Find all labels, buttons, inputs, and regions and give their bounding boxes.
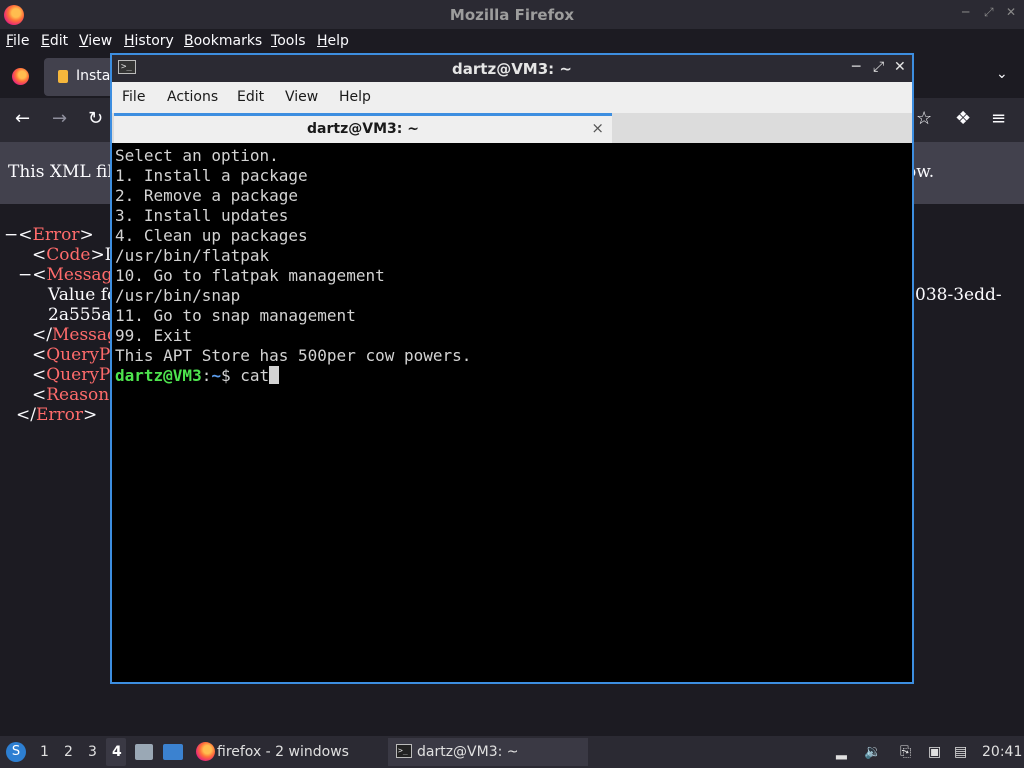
terminal-line: 4. Clean up packages [115, 226, 308, 245]
firefox-view-icon[interactable] [12, 68, 29, 85]
terminal-line: Select an option. [115, 146, 279, 165]
terminal-minimize-icon[interactable]: ─ [852, 59, 860, 75]
xml-line: <QueryP [32, 365, 111, 385]
tab-favicon-icon [58, 70, 68, 83]
terminal-menu-help[interactable]: Help [339, 89, 371, 105]
terminal-tabbar: dartz@VM3: ~ × [112, 113, 912, 143]
notification-icon[interactable]: ▂ [836, 744, 847, 760]
xml-line: </Messag [32, 325, 118, 345]
updates-icon[interactable]: ▤ [954, 744, 967, 760]
clipboard-icon[interactable]: ⎘ [900, 744, 911, 760]
xml-tag: Code [46, 245, 91, 265]
terminal-line: This APT Store has 500per cow powers. [115, 346, 472, 365]
terminal-line: /usr/bin/flatpak [115, 246, 270, 265]
xml-notice-text: This XML file [8, 162, 123, 182]
menu-file[interactable]: File [6, 33, 29, 49]
back-arrow-icon[interactable]: ← [15, 108, 30, 129]
xml-tag: Error [35, 405, 84, 425]
terminal-line: 99. Exit [115, 326, 193, 345]
bookmark-star-icon[interactable]: ☆ [916, 108, 932, 129]
menu-view[interactable]: View [79, 33, 112, 49]
taskbar: S 1 2 3 4 firefox - 2 windows >_ dartz@V… [0, 736, 1024, 768]
firefox-menubar: File Edit View History Bookmarks Tools H… [0, 29, 1024, 54]
menu-bookmarks[interactable]: Bookmarks [184, 33, 262, 49]
menu-edit[interactable]: Edit [41, 33, 68, 49]
firefox-task-icon[interactable] [196, 742, 215, 761]
terminal-menu-edit[interactable]: Edit [237, 89, 264, 105]
terminal-window-title: dartz@VM3: ~ [452, 60, 572, 78]
xml-line[interactable]: −<Error> [4, 225, 94, 245]
xml-tag: QueryP [46, 345, 111, 365]
prompt-sep: : [201, 366, 212, 385]
terminal-line: 11. Go to snap management [115, 306, 356, 325]
prompt-path: ~ [211, 366, 221, 385]
prompt-symbol: $ [220, 366, 241, 385]
xml-tag: Error [32, 225, 80, 245]
menu-help[interactable]: Help [317, 33, 349, 49]
workspace-3[interactable]: 3 [88, 744, 97, 760]
terminal-maximize-icon[interactable]: ⤢ [873, 59, 884, 75]
terminal-task-label: dartz@VM3: ~ [417, 744, 519, 760]
terminal-output[interactable]: Select an option. 1. Install a package 2… [113, 145, 911, 682]
firefox-task-button[interactable]: firefox - 2 windows [217, 744, 349, 760]
terminal-line: 1. Install a package [115, 166, 308, 185]
browser-tab-label: Insta [76, 68, 111, 84]
app-menu-icon[interactable]: ≡ [991, 108, 1006, 129]
start-menu-icon[interactable]: S [6, 742, 26, 762]
tab-close-icon[interactable]: × [591, 119, 604, 137]
terminal-line: 3. Install updates [115, 206, 289, 225]
forward-arrow-icon[interactable]: → [52, 108, 67, 129]
workspace-4[interactable]: 4 [112, 744, 122, 760]
terminal-task-icon: >_ [396, 744, 412, 758]
terminal-task-button[interactable]: >_ dartz@VM3: ~ [388, 738, 588, 766]
terminal-titlebar[interactable]: >_ dartz@VM3: ~ ─ ⤢ ✕ [112, 55, 912, 82]
terminal-line: 10. Go to flatpak management [115, 266, 385, 285]
show-desktop-icon[interactable] [163, 744, 183, 760]
firefox-window-title: Mozilla Firefox [449, 6, 575, 24]
xml-tag: Messag [51, 325, 118, 345]
menu-history[interactable]: History [124, 33, 174, 49]
volume-icon[interactable]: 🔉 [864, 744, 881, 760]
terminal-tab-label: dartz@VM3: ~ [307, 121, 419, 137]
terminal-close-icon[interactable]: ✕ [894, 59, 906, 75]
terminal-menu-view[interactable]: View [285, 89, 318, 105]
xml-line: <Reason [32, 385, 110, 405]
terminal-prompt-line[interactable]: dartz@VM3:~$ cat [115, 366, 909, 386]
xml-tag: Reason [46, 385, 110, 405]
xml-line: <Code>I [32, 245, 112, 265]
command-input[interactable]: cat [240, 366, 269, 385]
xml-text: 2a555a [48, 305, 112, 325]
xml-tag: QueryP [46, 365, 111, 385]
xml-line[interactable]: −<Messag [18, 265, 112, 285]
terminal-window: >_ dartz@VM3: ~ ─ ⤢ ✕ File Actions Edit … [110, 53, 914, 684]
close-icon[interactable]: ✕ [1006, 5, 1016, 19]
xml-line: </Error> [16, 405, 98, 425]
clock[interactable]: 20:41 [982, 744, 1022, 760]
workspace-1[interactable]: 1 [40, 744, 49, 760]
firefox-titlebar: Mozilla Firefox ─ ⤢ ✕ [0, 0, 1024, 29]
network-icon[interactable]: ▣ [928, 744, 941, 760]
xml-line: <QueryP [32, 345, 111, 365]
terminal-menubar: File Actions Edit View Help [112, 82, 912, 113]
file-manager-icon[interactable] [135, 744, 153, 760]
maximize-icon[interactable]: ⤢ [984, 5, 994, 20]
workspace-2[interactable]: 2 [64, 744, 73, 760]
terminal-menu-file[interactable]: File [122, 89, 145, 105]
menu-tools[interactable]: Tools [271, 33, 306, 49]
list-tabs-chevron-icon[interactable]: ⌄ [996, 66, 1008, 82]
prompt-user: dartz@VM3 [115, 366, 202, 385]
terminal-tab[interactable]: dartz@VM3: ~ × [114, 113, 612, 143]
reload-icon[interactable]: ↻ [88, 108, 103, 129]
xml-text: Value fo [48, 285, 118, 305]
text-cursor [269, 366, 280, 384]
terminal-line: 2. Remove a package [115, 186, 299, 205]
terminal-line: /usr/bin/snap [115, 286, 241, 305]
xml-tag: Messag [46, 265, 113, 285]
xml-text: 038-3edd- [915, 285, 1002, 305]
minimize-icon[interactable]: ─ [962, 5, 969, 19]
extensions-puzzle-icon[interactable]: ❖ [955, 108, 971, 129]
terminal-menu-actions[interactable]: Actions [167, 89, 218, 105]
